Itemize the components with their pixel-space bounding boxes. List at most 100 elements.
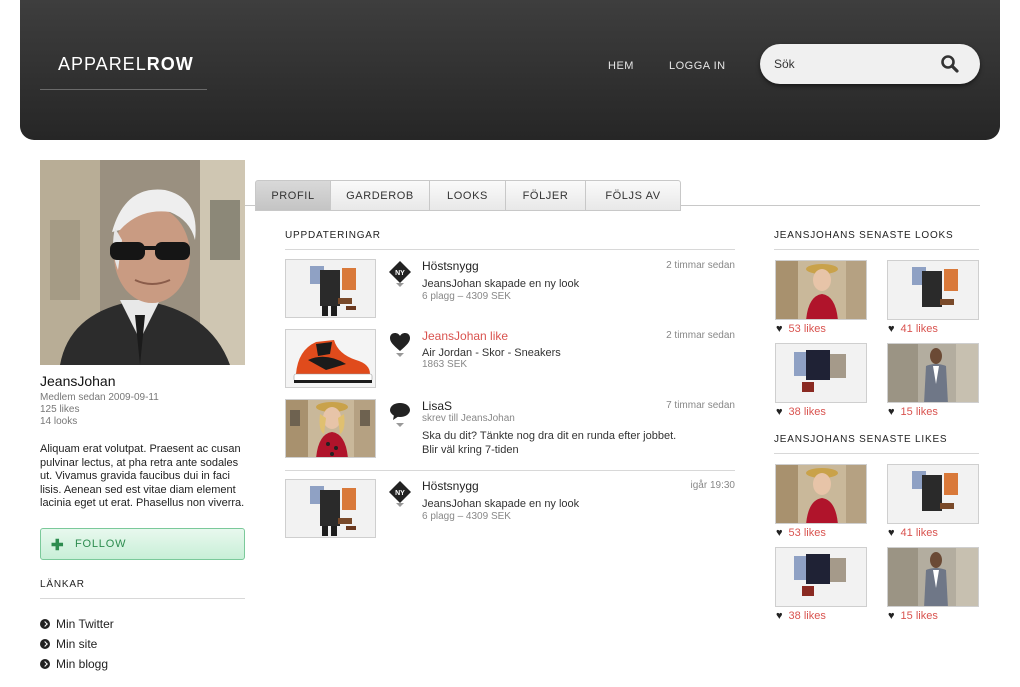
nav-login[interactable]: LOGGA IN	[669, 60, 726, 72]
site-header: APPARELROW HEM LOGGA IN	[20, 0, 1000, 140]
feed-item-time: 7 timmar sedan	[666, 400, 735, 411]
likes-label: 41 likes	[900, 527, 938, 539]
liked-likes: ♥ 41 likes	[888, 527, 938, 539]
outfit-thumbnail[interactable]	[285, 259, 376, 318]
looks-count: 14 looks	[40, 416, 78, 427]
likes-count: 125 likes	[40, 404, 80, 415]
likes-label: 53 likes	[788, 323, 826, 335]
liked-likes: ♥ 38 likes	[776, 610, 826, 622]
follow-label: FOLLOW	[75, 538, 127, 550]
feed-item-desc: Air Jordan - Skor - Sneakers	[422, 347, 561, 359]
likes-label: 38 likes	[788, 406, 826, 418]
profile-username: JeansJohan	[40, 373, 116, 389]
speech-bubble-icon	[390, 403, 410, 427]
look-likes: ♥ 38 likes	[776, 406, 826, 418]
feed-item-title[interactable]: Höstsnygg	[422, 479, 479, 493]
search-icon[interactable]	[940, 54, 960, 74]
feed-item: JeansJohan like 2 timmar sedan Air Jorda…	[285, 329, 735, 391]
feed-item-title[interactable]: LisaS	[422, 399, 452, 413]
profile-bio: Aliquam erat volutpat. Praesent ac cusan…	[40, 443, 245, 509]
outfit-thumbnail[interactable]	[285, 479, 376, 538]
tab-foljs-av[interactable]: FÖLJS AV	[586, 180, 681, 211]
plus-icon: ✚	[51, 537, 64, 554]
logo-text-bold: ROW	[146, 54, 194, 74]
profile-tabs: PROFIL GARDEROB LOOKS FÖLJER FÖLJS AV	[255, 180, 681, 211]
look-tile[interactable]	[775, 260, 867, 320]
liked-likes: ♥ 15 likes	[888, 610, 938, 622]
tab-looks[interactable]: LOOKS	[430, 180, 506, 211]
chevron-right-icon	[40, 639, 50, 649]
latest-likes-title: JEANSJOHANS SENASTE LIKES	[774, 434, 948, 445]
heart-icon	[390, 333, 410, 357]
divider	[285, 470, 735, 471]
feed-title: UPPDATERINGAR	[285, 230, 381, 241]
liked-tile[interactable]	[775, 464, 867, 524]
link-site[interactable]: Min site	[40, 637, 97, 651]
liked-tile[interactable]	[887, 547, 979, 607]
heart-icon: ♥	[888, 323, 895, 335]
ny-badge-icon: NY	[389, 261, 411, 287]
avatar	[40, 160, 245, 365]
member-since: Medlem sedan 2009-09-11	[40, 392, 159, 403]
feed-item: NY Höstsnygg igår 19:30 JeansJohan skapa…	[285, 479, 735, 541]
look-likes: ♥ 53 likes	[776, 323, 826, 335]
logo-underline	[40, 89, 207, 90]
feed-item-title[interactable]: Höstsnygg	[422, 259, 479, 273]
chevron-right-icon	[40, 619, 50, 629]
feed-item-desc: JeansJohan skapade en ny look	[422, 278, 580, 290]
woman-thumbnail[interactable]	[285, 399, 376, 458]
tab-profil[interactable]: PROFIL	[255, 180, 331, 211]
feed-item-desc: JeansJohan skapade en ny look	[422, 498, 580, 510]
liked-tile[interactable]	[775, 547, 867, 607]
likes-label: 53 likes	[788, 527, 826, 539]
heart-icon: ♥	[888, 406, 895, 418]
logo-text-light: APPAREL	[58, 54, 147, 74]
tab-garderob[interactable]: GARDEROB	[331, 180, 430, 211]
likes-label: 15 likes	[900, 406, 938, 418]
link-blog[interactable]: Min blogg	[40, 657, 108, 671]
feed-item-time: 2 timmar sedan	[666, 260, 735, 271]
search-input[interactable]	[774, 54, 934, 74]
feed-item-message: Ska du dit? Tänkte nog dra dit en runda …	[422, 430, 677, 442]
look-tile[interactable]	[887, 343, 979, 403]
svg-text:NY: NY	[395, 490, 405, 497]
likes-label: 41 likes	[900, 323, 938, 335]
svg-text:NY: NY	[395, 270, 405, 277]
link-label: Min site	[56, 637, 98, 651]
feed-item: NY Höstsnygg 2 timmar sedan JeansJohan s…	[285, 259, 735, 321]
sneaker-thumbnail[interactable]	[285, 329, 376, 388]
liked-likes: ♥ 53 likes	[776, 527, 826, 539]
look-tile[interactable]	[887, 260, 979, 320]
site-logo[interactable]: APPARELROW	[58, 54, 194, 75]
search-box	[760, 44, 980, 84]
likes-label: 15 likes	[900, 610, 938, 622]
divider	[285, 249, 735, 250]
heart-icon: ♥	[776, 406, 783, 418]
feed-item-message-line2: Blir väl kring 7-tiden	[422, 444, 519, 456]
heart-icon: ♥	[776, 527, 783, 539]
latest-looks-title: JEANSJOHANS SENASTE LOOKS	[774, 230, 954, 241]
follow-button[interactable]: ✚ FOLLOW	[40, 528, 245, 560]
likes-label: 38 likes	[788, 610, 826, 622]
feed-item-sub: 6 plagg – 4309 SEK	[422, 291, 511, 302]
feed-item-sub: skrev till JeansJohan	[422, 413, 515, 424]
heart-icon: ♥	[776, 323, 783, 335]
chevron-right-icon	[40, 659, 50, 669]
feed-item-sub: 6 plagg – 4309 SEK	[422, 511, 511, 522]
look-likes: ♥ 41 likes	[888, 323, 938, 335]
feed-item-time: 2 timmar sedan	[666, 330, 735, 341]
heart-icon: ♥	[776, 610, 783, 622]
divider	[40, 598, 245, 599]
feed-item-time: igår 19:30	[690, 480, 735, 491]
heart-icon: ♥	[888, 527, 895, 539]
look-likes: ♥ 15 likes	[888, 406, 938, 418]
links-title: LÄNKAR	[40, 579, 85, 590]
liked-tile[interactable]	[887, 464, 979, 524]
tab-foljer[interactable]: FÖLJER	[506, 180, 586, 211]
divider	[774, 453, 979, 454]
look-tile[interactable]	[775, 343, 867, 403]
heart-icon: ♥	[888, 610, 895, 622]
link-twitter[interactable]: Min Twitter	[40, 617, 114, 631]
feed-item-title[interactable]: JeansJohan like	[422, 329, 508, 343]
nav-home[interactable]: HEM	[608, 60, 634, 72]
